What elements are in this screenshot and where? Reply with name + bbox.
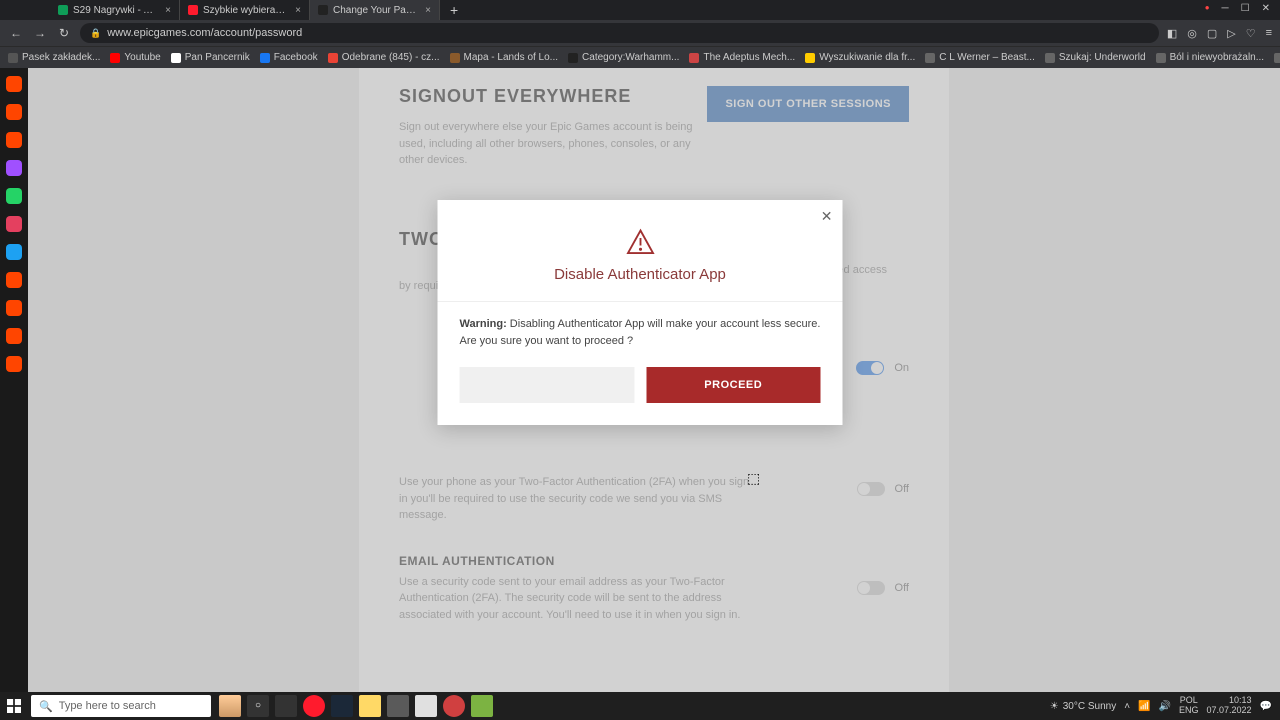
- search-placeholder: Type here to search: [59, 700, 156, 712]
- tray-chevron-icon[interactable]: ˄: [1124, 701, 1130, 712]
- explorer-icon[interactable]: [359, 695, 381, 717]
- address-bar: ← → ↻ 🔒 www.epicgames.com/account/passwo…: [0, 20, 1280, 46]
- dock-icon[interactable]: [6, 300, 22, 316]
- instagram-icon[interactable]: [6, 216, 22, 232]
- windows-taskbar: 🔍 Type here to search ○ ☀ 30°C Sunny ˄ 📶…: [0, 692, 1280, 720]
- taskbar-app-icon[interactable]: [415, 695, 437, 717]
- cancel-button[interactable]: CANCEL: [460, 367, 635, 403]
- bookmark-item[interactable]: Szukaj: Underworld: [1045, 52, 1146, 63]
- reload-icon[interactable]: ↻: [56, 26, 72, 40]
- taskbar-app-icon[interactable]: [219, 695, 241, 717]
- vpn-icon[interactable]: ▢: [1207, 27, 1217, 40]
- dock-icon[interactable]: [6, 272, 22, 288]
- tab-label: Change Your Password: [333, 5, 417, 16]
- twitter-icon[interactable]: [6, 244, 22, 260]
- bookmark-item[interactable]: Youtube: [110, 52, 160, 63]
- bookmark-item[interactable]: Wyszukiwanie dla fr...: [805, 52, 915, 63]
- warning-icon: [625, 228, 655, 254]
- lock-icon: 🔒: [90, 28, 101, 39]
- bookmark-item[interactable]: Ból i niewyobrażaln...: [1156, 52, 1265, 63]
- start-button[interactable]: [0, 692, 28, 720]
- modal-warning-text: Warning: Disabling Authenticator App wil…: [438, 301, 843, 367]
- sidebar-icon[interactable]: ◧: [1167, 27, 1177, 40]
- notifications-icon[interactable]: 💬: [1260, 701, 1272, 712]
- menu-icon[interactable]: ≡: [1266, 27, 1272, 40]
- steam-icon[interactable]: [331, 695, 353, 717]
- tab-label: Szybkie wybieranie: [203, 5, 287, 16]
- disable-authenticator-modal: ✕ Disable Authenticator App Warning: Dis…: [438, 200, 843, 425]
- back-icon[interactable]: ←: [8, 26, 24, 40]
- bookmark-item[interactable]: Pan Pancernik: [171, 52, 250, 63]
- forward-icon[interactable]: →: [32, 26, 48, 40]
- tab-sheets[interactable]: S29 Nagrywki - Arkusze G... ×: [50, 0, 180, 20]
- close-icon[interactable]: ×: [425, 5, 431, 16]
- volume-icon[interactable]: 🔊: [1159, 701, 1171, 712]
- clock[interactable]: 10:13 07.07.2022: [1207, 696, 1252, 716]
- taskbar-search[interactable]: 🔍 Type here to search: [31, 695, 211, 717]
- tab-label: S29 Nagrywki - Arkusze G...: [73, 5, 157, 16]
- bookmark-item[interactable]: The Adeptus Mech...: [689, 52, 795, 63]
- dock-icon[interactable]: [6, 104, 22, 120]
- taskbar-app-icon[interactable]: [387, 695, 409, 717]
- url-input[interactable]: 🔒 www.epicgames.com/account/password: [80, 23, 1159, 43]
- dock-icon[interactable]: [6, 356, 22, 372]
- taskbar-app-icon[interactable]: [443, 695, 465, 717]
- bookmark-item[interactable]: Pasek zakładek...: [8, 52, 100, 63]
- close-icon[interactable]: ×: [295, 5, 301, 16]
- task-view-icon[interactable]: [275, 695, 297, 717]
- record-indicator: ●: [1205, 3, 1210, 14]
- bookmark-item[interactable]: Category:Warhamm...: [568, 52, 679, 63]
- dock-icon[interactable]: [6, 132, 22, 148]
- close-window-icon[interactable]: ✕: [1262, 3, 1270, 14]
- sun-icon: ☀: [1050, 701, 1059, 712]
- close-icon[interactable]: ×: [165, 5, 171, 16]
- url-text: www.epicgames.com/account/password: [107, 27, 302, 39]
- modal-close-icon[interactable]: ✕: [821, 208, 833, 225]
- tab-epic-password[interactable]: Change Your Password ×: [310, 0, 440, 20]
- bookmarks-bar: Pasek zakładek... Youtube Pan Pancernik …: [0, 46, 1280, 68]
- bookmark-item[interactable]: Odebrane (845) - cz...: [328, 52, 440, 63]
- browser-tab-strip: S29 Nagrywki - Arkusze G... × Szybkie wyb…: [0, 0, 1280, 20]
- whatsapp-icon[interactable]: [6, 188, 22, 204]
- weather-widget[interactable]: ☀ 30°C Sunny: [1050, 701, 1116, 712]
- minimize-icon[interactable]: ─: [1222, 3, 1229, 14]
- messenger-icon[interactable]: [6, 160, 22, 176]
- taskbar-app-icon[interactable]: [471, 695, 493, 717]
- network-icon[interactable]: 📶: [1138, 701, 1150, 712]
- dock-icon[interactable]: [6, 328, 22, 344]
- cortana-icon[interactable]: ○: [247, 695, 269, 717]
- opera-icon[interactable]: [303, 695, 325, 717]
- bookmark-item[interactable]: Facebook: [260, 52, 318, 63]
- new-tab-button[interactable]: +: [440, 2, 468, 18]
- play-icon[interactable]: ▷: [1227, 27, 1235, 40]
- dock-icon[interactable]: [6, 76, 22, 92]
- tab-speed-dial[interactable]: Szybkie wybieranie ×: [180, 0, 310, 20]
- opera-sidebar: [0, 68, 28, 692]
- language-indicator[interactable]: POL ENG: [1179, 696, 1199, 716]
- proceed-button[interactable]: PROCEED: [646, 367, 821, 403]
- search-icon: 🔍: [39, 700, 53, 713]
- bookmark-item[interactable]: Mapa - Lands of Lo...: [450, 52, 559, 63]
- maximize-icon[interactable]: ☐: [1241, 3, 1250, 14]
- camera-icon[interactable]: ◎: [1187, 27, 1197, 40]
- heart-icon[interactable]: ♡: [1246, 27, 1256, 40]
- bookmark-item[interactable]: C L Werner – Beast...: [925, 52, 1035, 63]
- bookmark-item[interactable]: GUNPLE: [1274, 52, 1280, 63]
- modal-title: Disable Authenticator App: [458, 266, 823, 283]
